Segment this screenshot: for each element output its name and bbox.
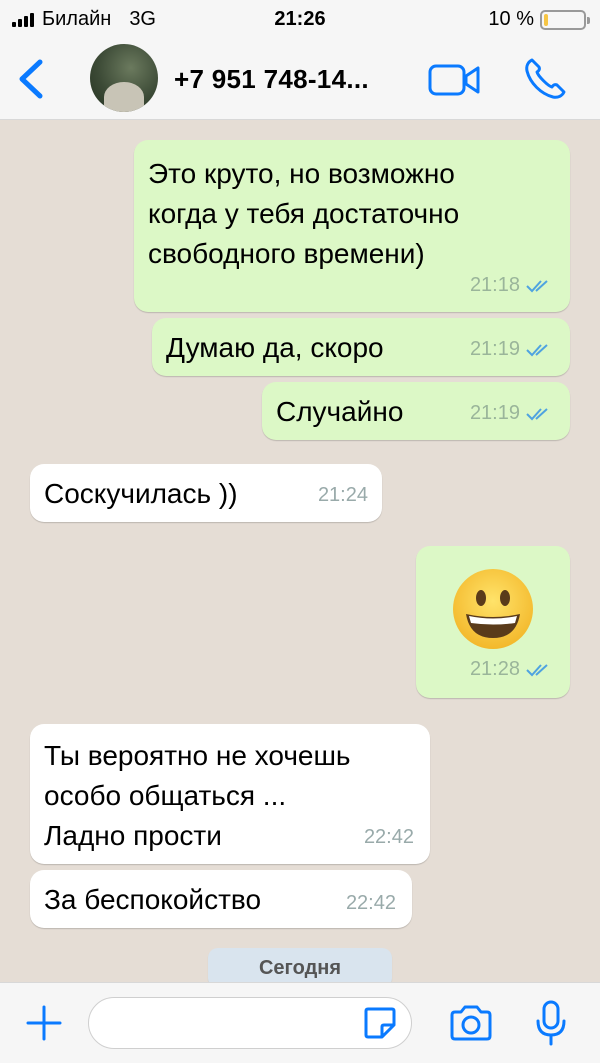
plus-icon	[26, 1005, 62, 1041]
message-meta: 21:24	[318, 481, 368, 510]
message-text: Думаю да, скоро	[166, 332, 384, 363]
message-meta: 21:28	[470, 655, 552, 684]
camera-icon	[450, 1005, 492, 1041]
message-bubble-outgoing[interactable]: 21:28	[416, 546, 570, 698]
double-check-icon	[526, 663, 548, 676]
message-meta: 21:19	[470, 399, 552, 428]
message-time: 22:42	[345, 892, 396, 914]
microphone-button[interactable]	[534, 999, 568, 1047]
battery-percent: 10 %	[488, 8, 534, 30]
chat-header: +7 951 748-14...	[0, 38, 600, 120]
sticker-icon	[364, 1007, 396, 1039]
message-text: Ты вероятно не хочешь особо общаться ...…	[44, 740, 351, 851]
message-time: 21:19	[469, 402, 520, 424]
message-bubble-incoming[interactable]: За беспокойство 22:42	[30, 870, 412, 928]
camera-button[interactable]	[448, 1003, 494, 1043]
video-camera-icon	[428, 64, 480, 96]
message-text: За беспокойство	[44, 884, 262, 915]
message-meta: 21:18	[470, 271, 552, 300]
status-bar: Билайн 3G 21:26 10 %	[0, 0, 600, 38]
composer-bar	[0, 982, 600, 1063]
sticker-button[interactable]	[362, 1005, 398, 1041]
phone-icon	[525, 58, 566, 99]
battery-icon	[540, 9, 590, 30]
message-meta: 22:42	[346, 889, 396, 918]
message-text: Это круто, но возможно когда у тебя дост…	[148, 158, 460, 269]
message-text: Соскучилась ))	[44, 478, 238, 509]
message-time: 21:19	[469, 338, 520, 360]
message-text: Случайно	[276, 396, 404, 427]
contact-avatar[interactable]	[90, 44, 158, 112]
message-time: 22:42	[363, 826, 414, 848]
message-bubble-outgoing[interactable]: Думаю да, скоро 21:19	[152, 318, 570, 376]
message-bubble-outgoing[interactable]: Это круто, но возможно когда у тебя дост…	[134, 140, 570, 312]
double-check-icon	[526, 279, 548, 292]
battery-level	[544, 13, 548, 26]
message-meta: 21:19	[470, 335, 552, 364]
status-right: 10 %	[488, 8, 590, 31]
double-check-icon	[526, 343, 548, 356]
date-separator: Сегодня	[208, 948, 392, 982]
microphone-icon	[536, 1000, 566, 1046]
voice-call-button[interactable]	[522, 56, 568, 102]
message-time: 21:24	[317, 484, 368, 506]
message-bubble-incoming[interactable]: Ты вероятно не хочешь особо общаться ...…	[30, 724, 430, 864]
grinning-face-emoji	[453, 569, 533, 649]
back-button[interactable]	[12, 54, 52, 104]
chevron-left-icon	[19, 59, 43, 99]
contact-name[interactable]: +7 951 748-14...	[174, 64, 369, 95]
message-bubble-incoming[interactable]: Соскучилась )) 21:24	[30, 464, 382, 522]
attach-button[interactable]	[24, 1003, 64, 1043]
message-time: 21:28	[469, 658, 520, 680]
message-list[interactable]: Это круто, но возможно когда у тебя дост…	[0, 120, 600, 982]
message-meta: 22:42	[364, 823, 414, 852]
video-call-button[interactable]	[428, 62, 484, 98]
double-check-icon	[526, 407, 548, 420]
message-time: 21:18	[469, 274, 520, 296]
message-bubble-outgoing[interactable]: Случайно 21:19	[262, 382, 570, 440]
